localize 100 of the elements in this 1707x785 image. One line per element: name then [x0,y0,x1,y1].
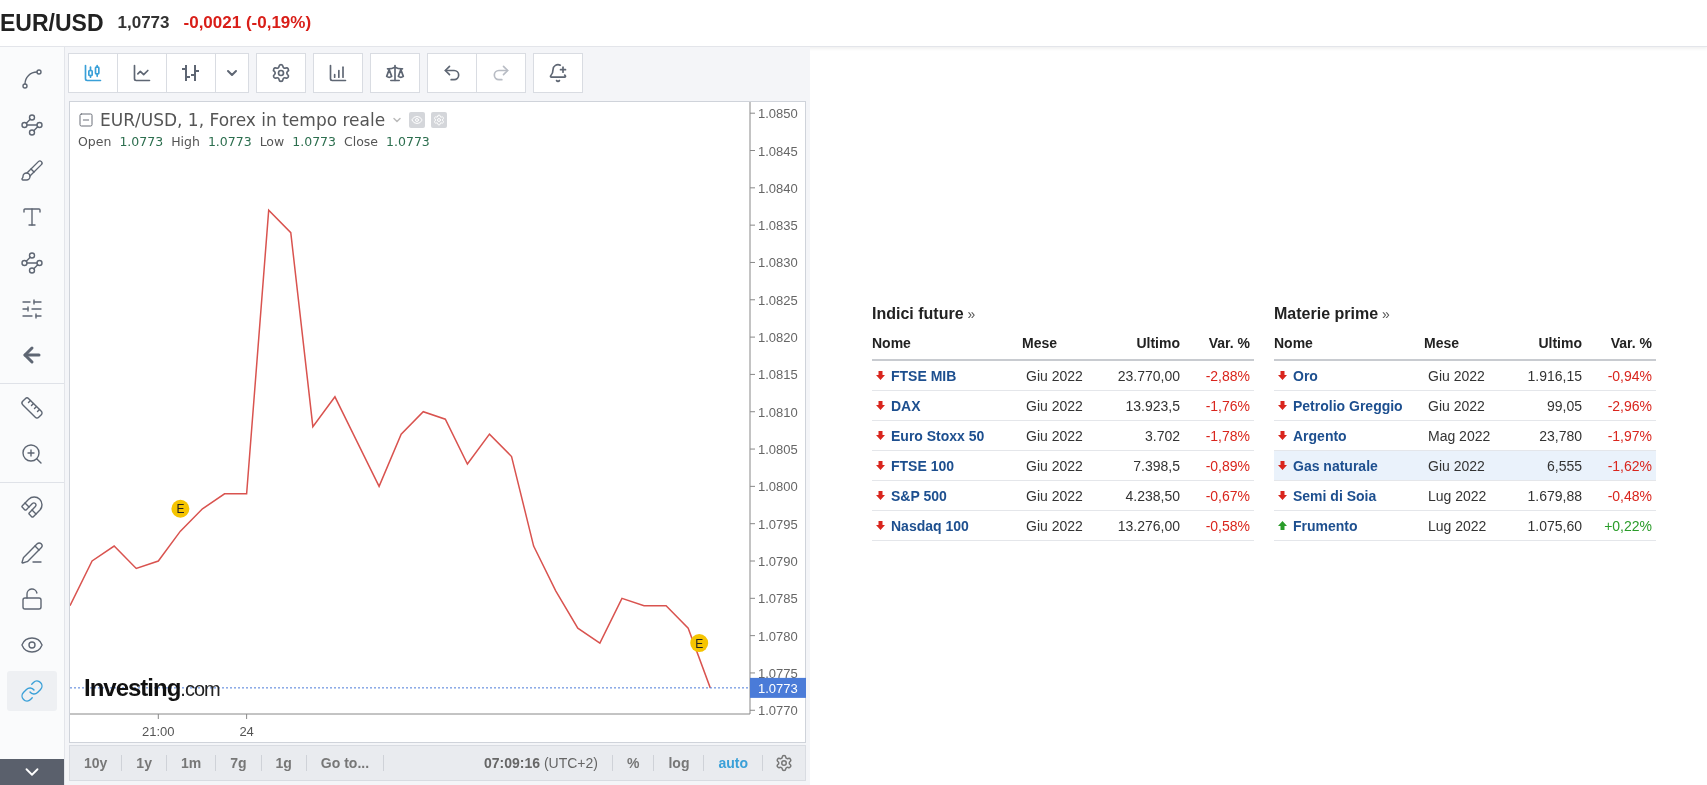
toolbar-button[interactable] [117,53,167,93]
legend-value: 1.0773 [207,134,252,149]
up-arrow-icon [1278,521,1287,530]
column-header: Nome [872,335,1022,361]
price-tick: 1.0820 [749,330,798,346]
settings-icon [271,63,291,83]
table-cell: Giu 2022 [1022,451,1112,481]
period-button[interactable]: 1g [261,755,307,771]
price-tick: 1.0850 [749,106,798,122]
undo-icon [442,63,462,83]
instrument-link[interactable]: Argento [1293,427,1347,444]
y-tick-label: 1.0845 [758,143,798,159]
change-cell: -1,62% [1586,451,1656,481]
brush-icon [20,159,44,183]
more-link[interactable]: » [1382,306,1390,322]
logo: Investing.com [84,674,220,702]
toolbar-button[interactable] [166,53,216,93]
goto-button[interactable]: Go to... [306,755,385,771]
instrument-link[interactable]: FTSE MIB [891,367,957,384]
table-title[interactable]: Materie prime [1274,305,1379,323]
legend-value: 1.0773 [386,134,430,149]
table-cell: 3.702 [1112,421,1184,451]
instrument-link[interactable]: Nasdaq 100 [891,517,969,534]
y-tick-label: 1.0810 [758,404,798,420]
price-tick: 1.0840 [749,180,798,196]
change-cell: -0,94% [1586,361,1656,391]
nodes-icon [20,113,44,137]
period-button[interactable]: 1m [166,755,217,771]
instrument-link[interactable]: Semi di Soia [1293,487,1377,504]
table-cell: Lug 2022 [1424,481,1514,511]
text-tool-icon [20,205,44,229]
instrument-link[interactable]: Petrolio Greggio [1293,397,1403,414]
price-tick: 1.0805 [749,442,798,458]
y-tick-label: 1.0800 [758,479,798,495]
change-cell: -1,76% [1184,391,1254,421]
link-icon [20,679,44,703]
x-tick-label: 24 [239,724,254,739]
price-tick: 1.0835 [749,218,798,234]
legend-value: 1.0773 [292,134,336,149]
toolbar-button[interactable] [313,53,363,93]
toolbar-button[interactable] [256,53,306,93]
price-tick: 1.0815 [749,367,798,383]
toolbar-button[interactable] [68,53,118,93]
y-tick-label: 1.0820 [758,330,798,346]
collapse-button[interactable] [0,759,64,785]
y-tick-label: 1.0790 [758,554,798,569]
price-tick: 1.0845 [749,143,798,159]
instrument-link[interactable]: Frumento [1293,517,1358,534]
bell-plus-icon [548,63,568,83]
y-tick-label: 1.0785 [758,591,798,607]
legend-label: Close [344,134,379,149]
price-tick: 1.0800 [749,479,798,495]
period-button[interactable]: 7g [216,755,262,771]
legend-label: Open [78,134,112,149]
y-tick-label: 1.0795 [758,516,798,532]
toolbar-button[interactable] [427,53,477,93]
magnet-icon [20,495,44,519]
symbol-title: EUR/USD [0,9,104,37]
change-cell: -2,96% [1586,391,1656,421]
down-arrow-icon [876,521,885,530]
scale-button[interactable]: % [613,755,655,771]
y-tick-label: 1.0850 [758,106,798,122]
collapse-icon[interactable] [78,112,94,128]
scale-button[interactable]: log [654,755,705,771]
period-button[interactable]: 10y [70,755,123,771]
ruler-icon [20,396,44,420]
instrument-link[interactable]: FTSE 100 [891,457,955,474]
table-cell: Giu 2022 [1022,391,1112,421]
settings-icon[interactable] [775,754,793,772]
legend-label: High [171,134,200,149]
down-arrow-icon [876,461,885,470]
table-cell: 1.075,60 [1514,511,1586,541]
instrument-link[interactable]: S&P 500 [891,487,947,504]
period-button[interactable]: 1y [122,755,167,771]
price-tick: 1.0830 [749,255,798,271]
change-cell: -0,89% [1184,451,1254,481]
dropdown-button[interactable] [215,53,249,93]
table-cell: Giu 2022 [1022,361,1112,391]
table-cell: 13.276,00 [1112,511,1184,541]
table-cell: 7.398,5 [1112,451,1184,481]
event-marker[interactable]: E [690,634,709,653]
instrument-link[interactable]: Gas naturale [1293,457,1378,474]
change-cell: +0,22% [1586,511,1656,541]
down-arrow-icon [1278,491,1287,500]
bar-chart-icon [328,63,348,83]
event-marker[interactable]: E [171,499,190,518]
toolbar-button[interactable] [533,53,583,93]
table-cell: Giu 2022 [1022,511,1112,541]
table-cell: Giu 2022 [1424,361,1514,391]
instrument-link[interactable]: Oro [1293,367,1318,384]
table-title[interactable]: Indici future [872,305,964,323]
down-arrow-icon [1278,431,1287,440]
toolbar-button[interactable] [370,53,420,93]
more-link[interactable]: » [967,306,976,322]
table-cell: 6,555 [1514,451,1586,481]
chart-title: EUR/USD, 1, Forex in tempo reale [100,110,386,130]
ref-line-label: 1.0773 [758,680,798,696]
y-tick-label: 1.0815 [758,367,798,383]
instrument-link[interactable]: DAX [891,397,921,414]
instrument-link[interactable]: Euro Stoxx 50 [891,427,985,444]
